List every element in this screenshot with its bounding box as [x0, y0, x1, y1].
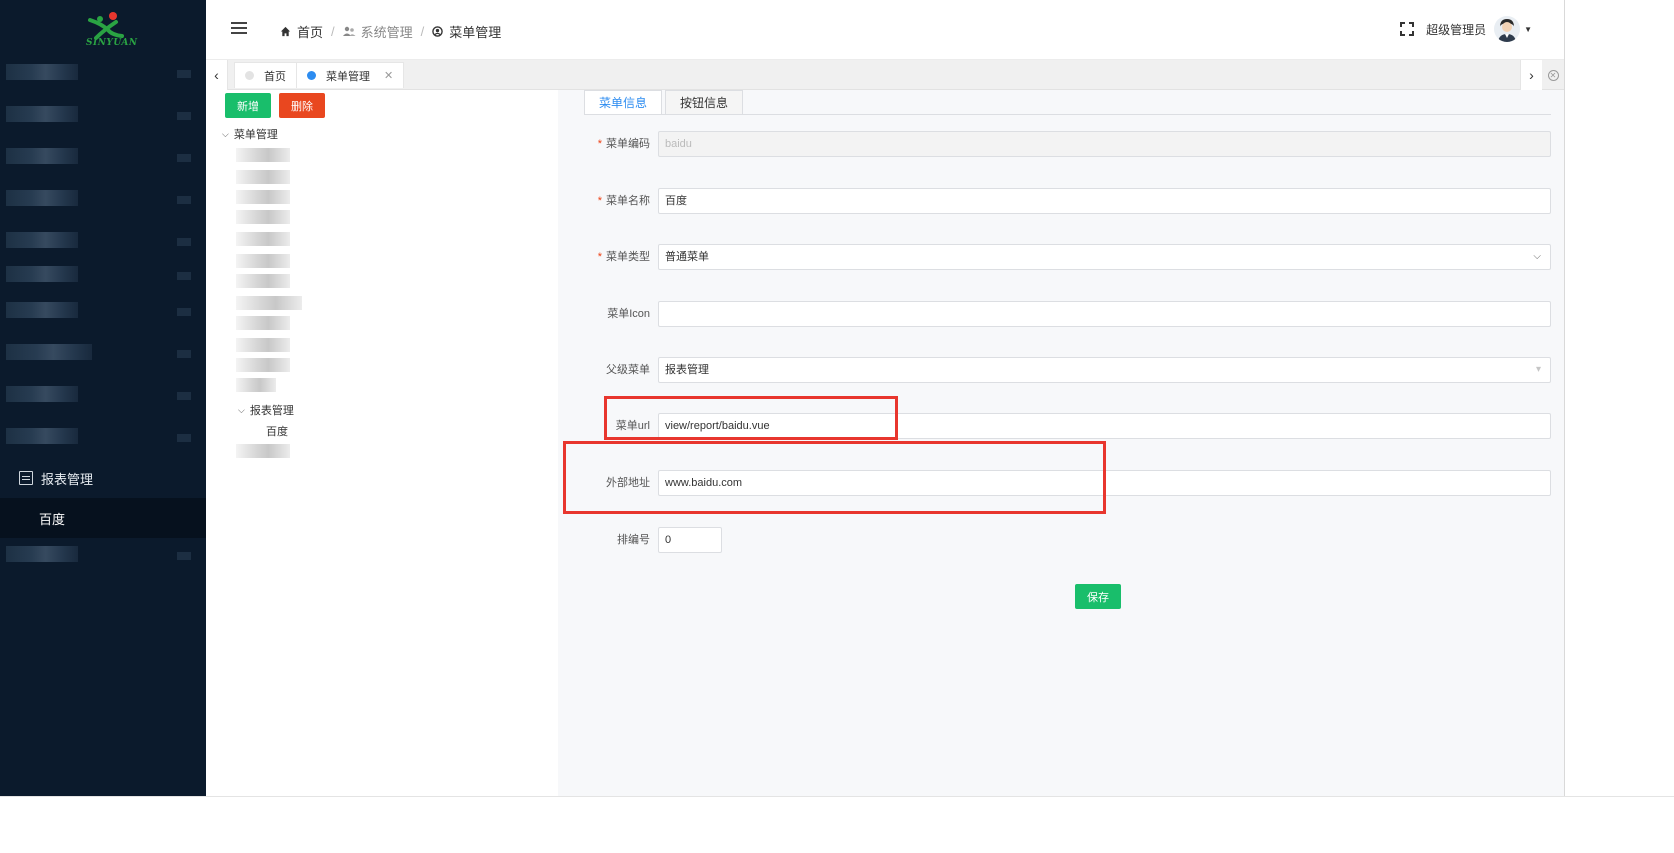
- chevron-down-icon[interactable]: ▼: [1524, 25, 1532, 34]
- delete-button[interactable]: 删除: [279, 93, 325, 118]
- sidebar-item-baidu[interactable]: 百度: [0, 498, 206, 538]
- document-icon: [19, 471, 33, 485]
- menu-toggle-icon[interactable]: [231, 22, 247, 34]
- tab-bar: ‹ 首页 菜单管理 ✕ › ✕: [206, 60, 1564, 90]
- tree-node[interactable]: [236, 296, 302, 310]
- tab-home[interactable]: 首页: [234, 62, 297, 88]
- tab-button-info[interactable]: 按钮信息: [665, 90, 744, 115]
- tree-node[interactable]: [236, 170, 290, 184]
- form-tabs: 菜单信息 按钮信息: [584, 90, 746, 115]
- close-circle-icon: ✕: [1547, 69, 1559, 81]
- form-row-sort: 排编号 0: [558, 527, 1564, 553]
- tree-node[interactable]: [236, 338, 290, 352]
- chevron-down-icon[interactable]: ⌵: [238, 405, 245, 416]
- tree-node[interactable]: [236, 254, 290, 268]
- avatar[interactable]: [1494, 16, 1521, 42]
- tree-node[interactable]: [236, 190, 290, 204]
- tree-node-baidu[interactable]: 百度: [266, 423, 288, 439]
- form-row-name: * 菜单名称 百度: [558, 188, 1564, 214]
- home-icon: [280, 26, 291, 37]
- breadcrumb: 首页 / 系统管理 / 菜单管理: [280, 22, 501, 41]
- sidebar-item[interactable]: [6, 190, 78, 206]
- sidebar-item[interactable]: [6, 64, 78, 80]
- tab-status-dot: [307, 71, 316, 80]
- close-icon[interactable]: ✕: [384, 69, 393, 82]
- fullscreen-icon[interactable]: [1400, 22, 1415, 36]
- tree-node[interactable]: [236, 274, 290, 288]
- user-circle-icon: [432, 26, 444, 37]
- menu-tree-panel: 新增 删除 ⌵ 菜单管理 ⌵ 报表管理 百度: [206, 90, 558, 796]
- menu-type-select[interactable]: 普通菜单 ⌵: [658, 244, 1551, 270]
- form-row-code: * 菜单编码 baidu: [558, 131, 1564, 157]
- logo-text: SINYUAN: [86, 38, 138, 48]
- sidebar-item[interactable]: [6, 148, 78, 164]
- highlight-box-url: [604, 396, 898, 440]
- sidebar-item[interactable]: [6, 232, 78, 248]
- add-button[interactable]: 新增: [225, 93, 271, 118]
- sidebar: SINYUAN 报表管理 百度: [0, 0, 206, 796]
- sidebar-item[interactable]: [6, 266, 78, 282]
- tab-menu-info[interactable]: 菜单信息: [584, 90, 663, 115]
- top-header: 首页 / 系统管理 / 菜单管理 超级管理员 ▼: [206, 0, 1564, 60]
- close-all-tabs-button[interactable]: ✕: [1542, 60, 1564, 90]
- username[interactable]: 超级管理员: [1426, 21, 1486, 38]
- tree-node[interactable]: [236, 148, 290, 162]
- sidebar-item[interactable]: [6, 106, 78, 122]
- form-row-icon: 菜单Icon: [558, 301, 1564, 327]
- tree-node-report-management[interactable]: ⌵ 报表管理: [238, 402, 294, 418]
- tree-node[interactable]: [236, 316, 290, 330]
- menu-name-input[interactable]: 百度: [658, 188, 1551, 214]
- tree-node[interactable]: [236, 444, 290, 458]
- save-button[interactable]: 保存: [1075, 584, 1121, 609]
- parent-menu-select[interactable]: 报表管理 ▾: [658, 357, 1551, 383]
- chevron-down-icon[interactable]: ⌵: [222, 129, 229, 140]
- tree-node[interactable]: [236, 378, 276, 392]
- tree-node[interactable]: [236, 232, 290, 246]
- highlight-box-external: [563, 441, 1106, 514]
- caret-down-icon: ▾: [1535, 364, 1541, 375]
- sidebar-item[interactable]: [6, 344, 92, 360]
- menu-icon-input[interactable]: [658, 301, 1551, 327]
- tree-node[interactable]: [236, 210, 290, 224]
- chevron-right-icon[interactable]: ›: [1520, 60, 1542, 90]
- sidebar-item-label: 报表管理: [41, 471, 94, 487]
- breadcrumb-system[interactable]: 系统管理: [342, 22, 413, 41]
- users-icon: [342, 26, 356, 36]
- sidebar-item[interactable]: [6, 546, 78, 562]
- form-row-type: * 菜单类型 普通菜单 ⌵: [558, 244, 1564, 270]
- chevron-left-icon[interactable]: ‹: [206, 60, 228, 90]
- sidebar-item-report-management[interactable]: 报表管理: [0, 462, 206, 494]
- sidebar-item[interactable]: [6, 302, 78, 318]
- sidebar-item[interactable]: [6, 428, 78, 444]
- sidebar-item-label: 百度: [39, 511, 66, 527]
- tab-menu-management[interactable]: 菜单管理 ✕: [296, 62, 405, 88]
- form-row-parent: 父级菜单 报表管理 ▾: [558, 357, 1564, 383]
- menu-code-input[interactable]: baidu: [658, 131, 1551, 157]
- chevron-down-icon: ⌵: [1533, 251, 1541, 262]
- tab-status-dot: [245, 71, 254, 80]
- tree-node-menu-management[interactable]: ⌵ 菜单管理: [222, 126, 278, 142]
- tree-node[interactable]: [236, 358, 290, 372]
- sidebar-item[interactable]: [6, 386, 78, 402]
- user-avatar-icon: [1494, 16, 1521, 42]
- sort-number-input[interactable]: 0: [658, 527, 722, 553]
- breadcrumb-home[interactable]: 首页: [280, 22, 323, 41]
- breadcrumb-menu: 菜单管理: [432, 22, 501, 41]
